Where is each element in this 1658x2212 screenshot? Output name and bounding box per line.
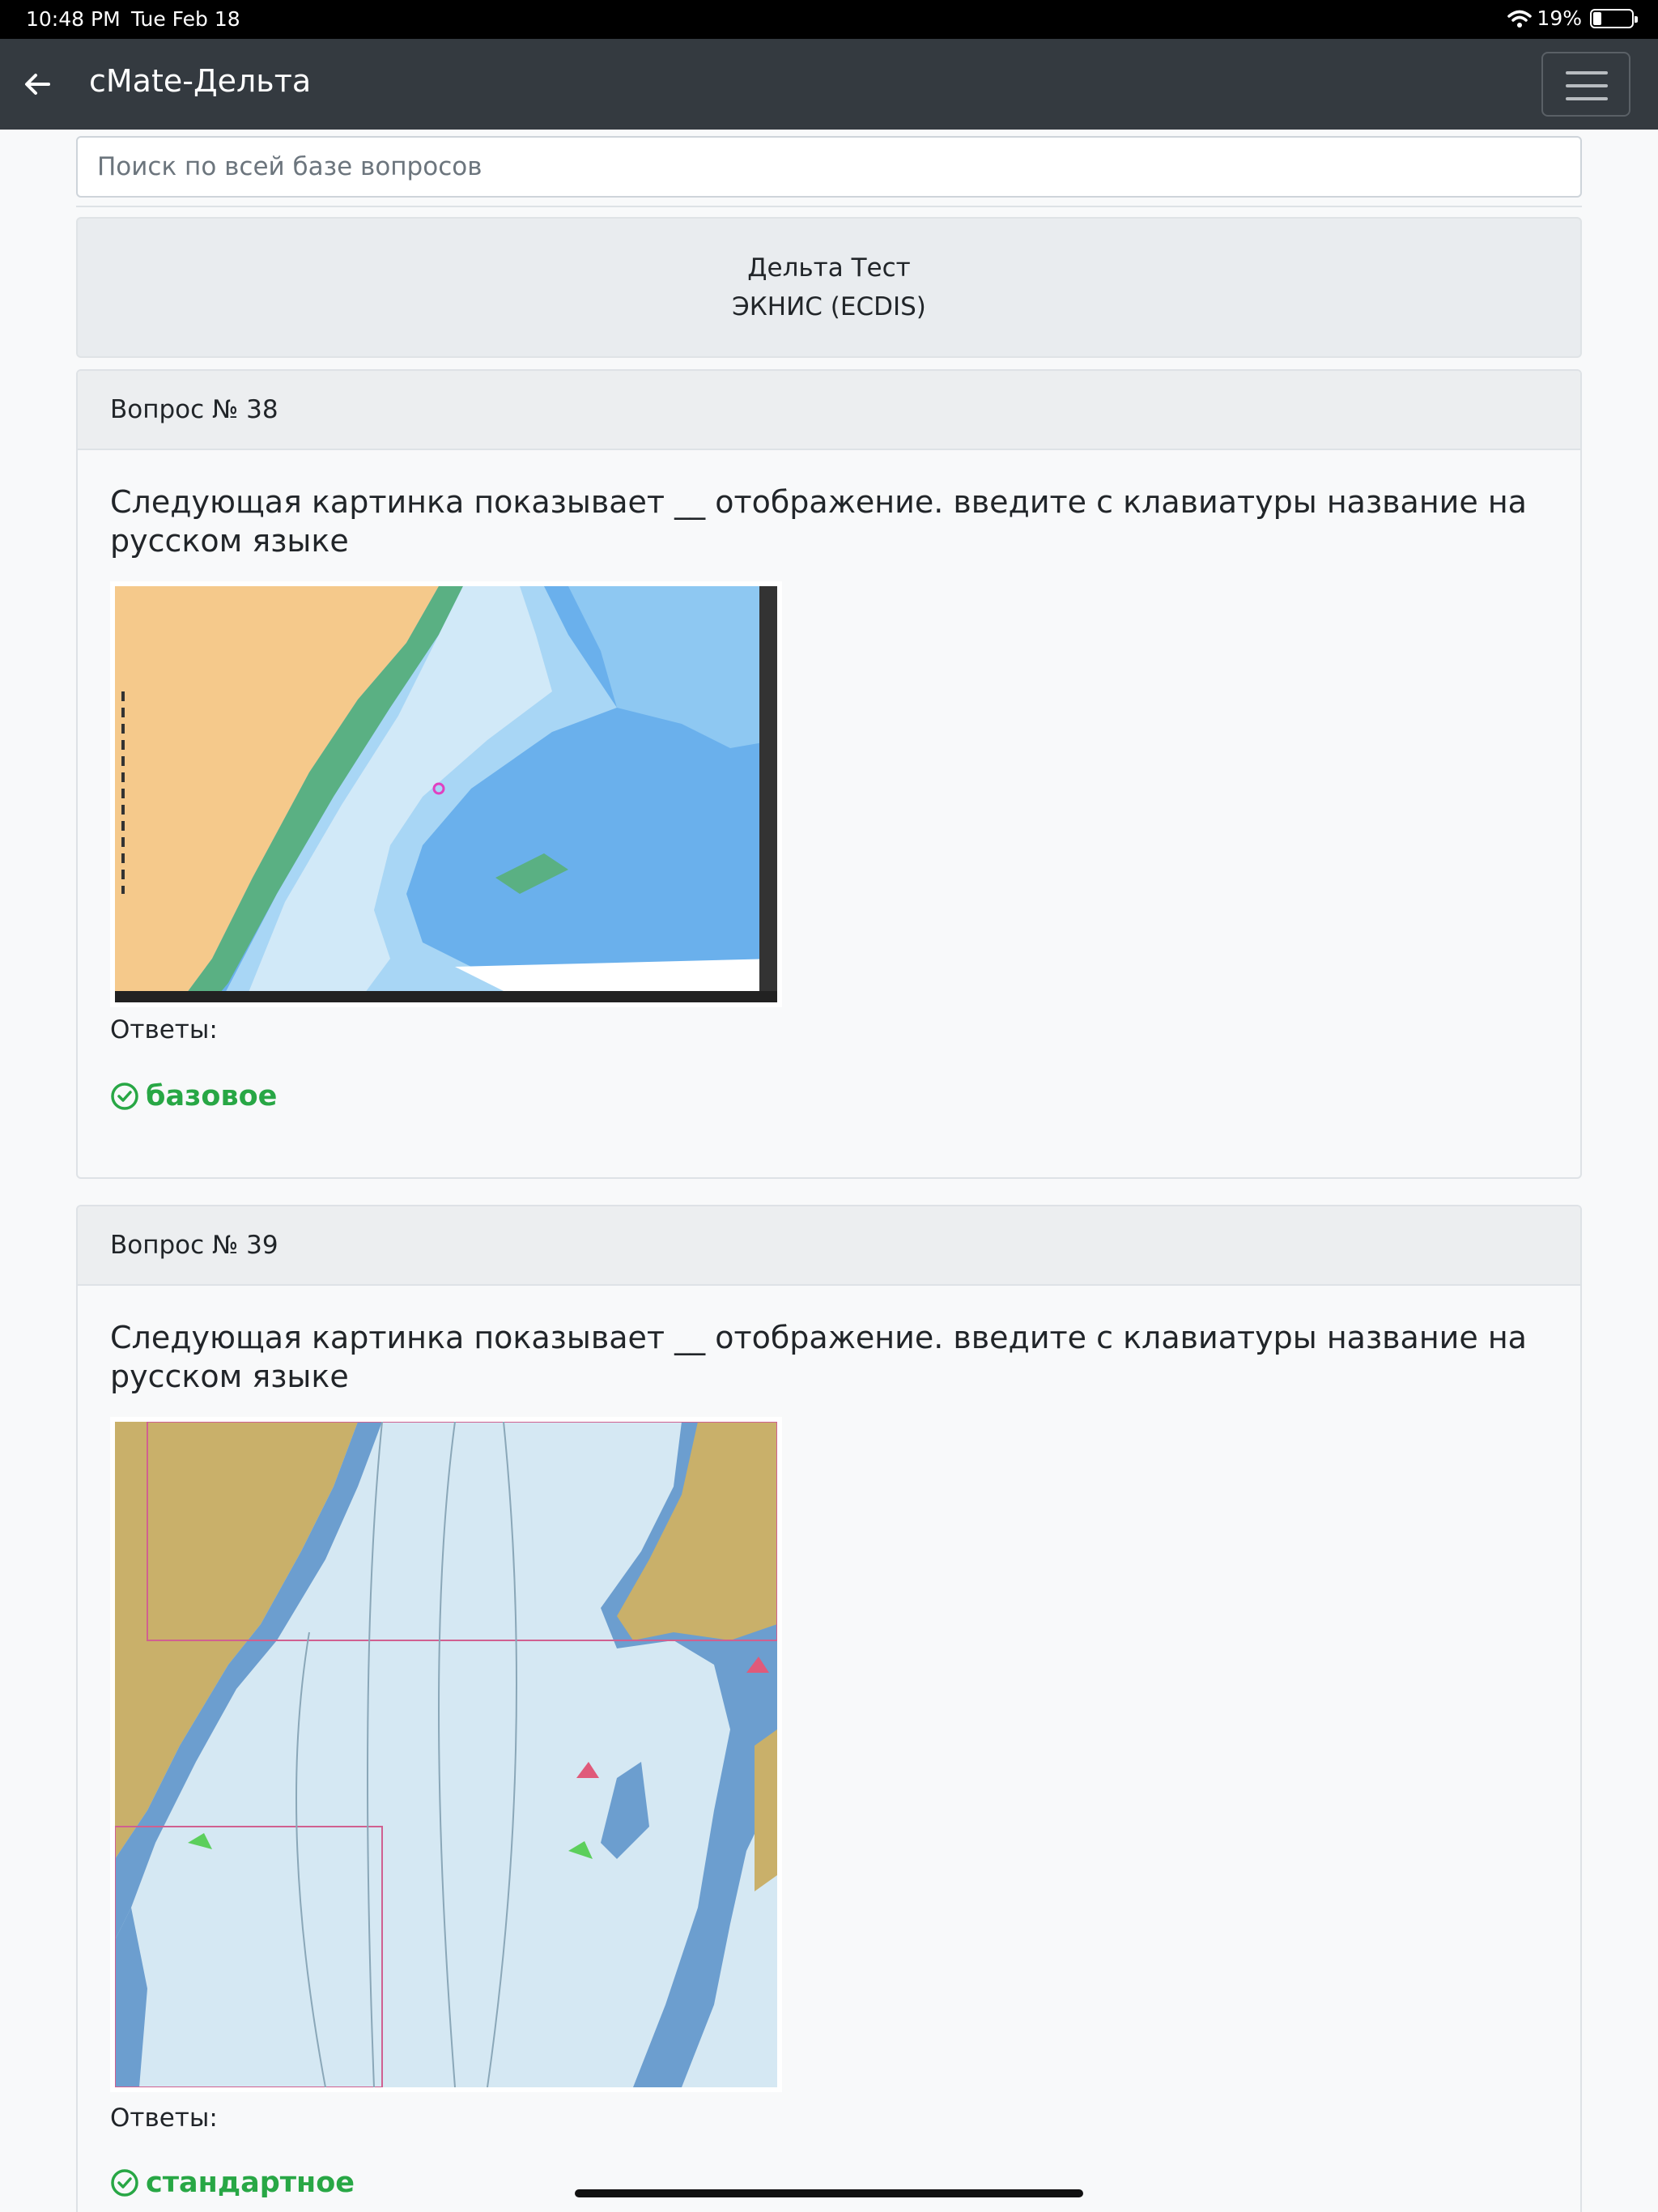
search-input[interactable]	[76, 136, 1582, 198]
status-date: Tue Feb 18	[131, 7, 240, 31]
status-time: 10:48 PM	[26, 7, 121, 31]
answer-text: базовое	[146, 1080, 278, 1112]
menu-button[interactable]	[1541, 52, 1630, 117]
correct-answer: базовое	[110, 1080, 277, 1112]
test-subject: ЭКНИС (ECDIS)	[732, 292, 926, 321]
question-header: Вопрос № 38	[78, 371, 1580, 450]
question-card: Вопрос № 38 Следующая картинка показывае…	[76, 369, 1582, 1179]
answers-label: Ответы:	[110, 1015, 218, 1044]
question-image-base-display	[110, 581, 782, 1007]
home-indicator[interactable]	[575, 2189, 1083, 2197]
test-header-card: Дельта Тест ЭКНИС (ECDIS)	[76, 217, 1582, 358]
correct-answer: стандартное	[110, 2167, 355, 2199]
answers-label: Ответы:	[110, 2104, 218, 2133]
app-title: cMate-Дельта	[89, 63, 312, 99]
top-navbar: cMate-Дельта	[0, 39, 1658, 130]
status-right: 19%	[1507, 6, 1638, 30]
menu-icon-bar	[1566, 84, 1608, 87]
menu-icon-bar	[1566, 97, 1608, 100]
question-image-standard-display	[110, 1417, 782, 2092]
wifi-icon	[1507, 10, 1533, 28]
test-name: Дельта Тест	[747, 253, 911, 283]
status-bar: 10:48 PM Tue Feb 18 19%	[0, 0, 1658, 39]
answer-text: стандартное	[146, 2167, 355, 2199]
back-arrow-icon[interactable]	[21, 68, 53, 100]
battery-percent: 19%	[1537, 6, 1582, 30]
check-circle-icon	[111, 2169, 138, 2197]
question-card: Вопрос № 39 Следующая картинка показывае…	[76, 1205, 1582, 2212]
battery-icon	[1590, 8, 1638, 28]
menu-icon-bar	[1566, 71, 1608, 74]
question-header: Вопрос № 39	[78, 1206, 1580, 1286]
question-text: Следующая картинка показывает __ отображ…	[110, 1320, 1527, 1394]
question-text: Следующая картинка показывает __ отображ…	[110, 484, 1527, 559]
divider	[76, 206, 1582, 207]
check-circle-icon	[111, 1083, 138, 1110]
